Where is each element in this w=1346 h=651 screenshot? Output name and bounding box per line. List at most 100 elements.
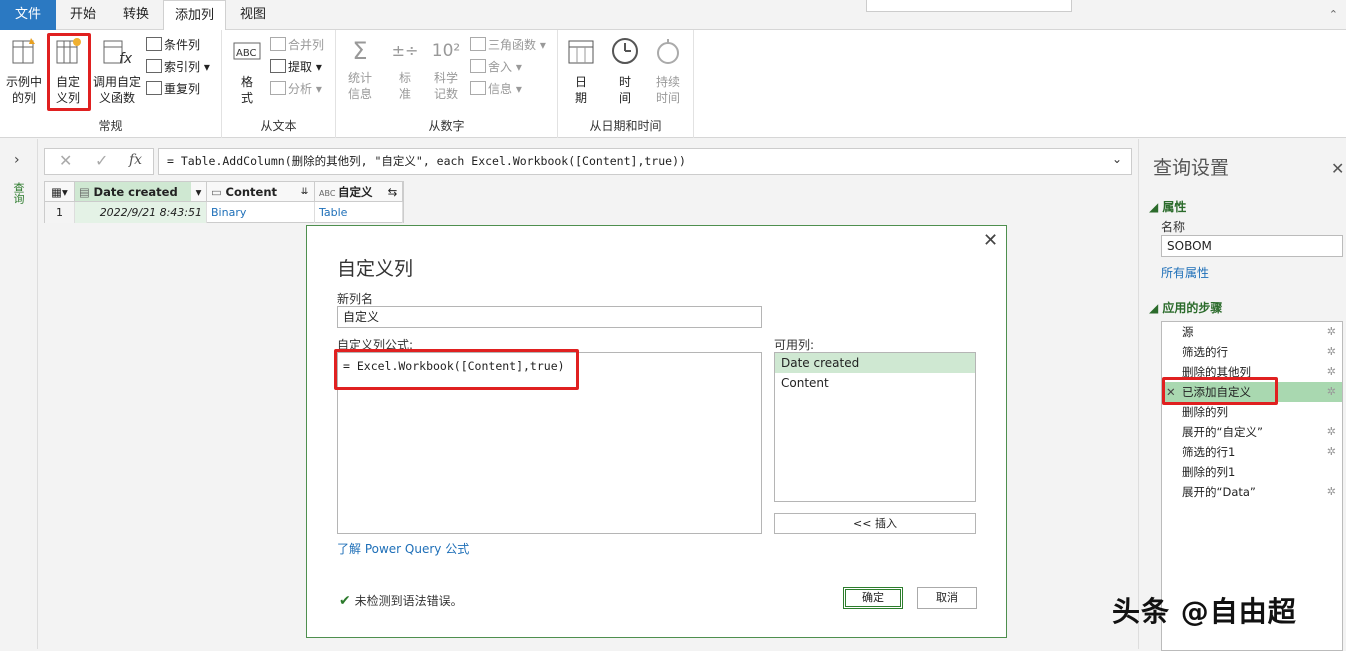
duration-button[interactable]: 持续 时间	[648, 36, 688, 106]
format-button[interactable]: ABC 格 式	[230, 36, 264, 106]
information-button[interactable]: 信息 ▾	[470, 79, 522, 99]
scientific-button[interactable]: 10² 科学 记数	[426, 36, 466, 102]
expand-binary-icon[interactable]: ⇊	[295, 182, 315, 202]
time-button[interactable]: 时 间	[608, 36, 642, 106]
list-item[interactable]: Date created	[775, 353, 975, 373]
standard-button[interactable]: ±÷ 标 准	[388, 36, 422, 102]
date-button[interactable]: 日 期	[564, 36, 598, 106]
cancel-formula-icon[interactable]: ✕	[59, 151, 72, 170]
list-item[interactable]: Content	[775, 373, 975, 393]
cancel-button[interactable]: 取消	[917, 587, 977, 609]
applied-step[interactable]: 展开的“Data” ✲	[1162, 482, 1342, 502]
query-settings-title: 查询设置	[1153, 157, 1230, 179]
extract-button[interactable]: 提取 ▾	[270, 57, 322, 77]
ok-button[interactable]: 确定	[843, 587, 903, 609]
formula-bar-input[interactable]: = Table.AddColumn(删除的其他列, "自定义", each Ex…	[158, 148, 1132, 175]
watermark: 头条 @自由超	[1112, 595, 1297, 628]
tab-file[interactable]: 文件	[0, 0, 56, 30]
properties-header[interactable]: ◢ 属性	[1149, 198, 1186, 215]
column-from-examples-button[interactable]: 示例中 的列	[4, 36, 44, 106]
duplicate-column-button[interactable]: 重复列	[146, 79, 200, 99]
available-columns-list[interactable]: Date created Content	[774, 352, 976, 502]
table-menu-icon[interactable]: ▦▾	[45, 182, 75, 202]
custom-column-dialog: ✕ 自定义列 新列名 自定义 自定义列公式: = Excel.Workbook(…	[306, 225, 1007, 638]
date-label: 日 期	[574, 75, 587, 105]
parse-button[interactable]: 分析 ▾	[270, 79, 322, 99]
gear-icon[interactable]: ✲	[1327, 442, 1336, 462]
ime-toolbar	[866, 0, 1072, 12]
highlight-added-custom-step	[1162, 377, 1278, 405]
applied-steps-header[interactable]: ◢ 应用的步骤	[1149, 299, 1222, 316]
checkmark-icon: ✔	[339, 593, 351, 609]
applied-step[interactable]: 源 ✲	[1162, 322, 1342, 342]
tab-add-column[interactable]: 添加列	[163, 0, 226, 31]
insert-button[interactable]: << 插入	[774, 513, 976, 534]
trigonometry-button[interactable]: 三角函数 ▾	[470, 35, 546, 55]
rounding-button[interactable]: 舍入 ▾	[470, 57, 522, 77]
function-icon: fx	[103, 40, 133, 67]
invoke-custom-function-button[interactable]: fx 调用自定 义函数	[92, 36, 142, 106]
gear-icon[interactable]: ✲	[1327, 362, 1336, 382]
gear-icon[interactable]: ✲	[1327, 482, 1336, 502]
group-label-from-text: 从文本	[260, 119, 297, 133]
data-grid: ▦▾ ▤ Date created ▾ ▭ Content ⇊ ABC 自定义 …	[44, 181, 404, 223]
invoke-custom-function-label: 调用自定 义函数	[92, 75, 141, 105]
index-column-button[interactable]: 索引列 ▾	[146, 57, 210, 77]
gear-icon[interactable]: ✲	[1327, 382, 1336, 402]
expand-queries-chevron-icon[interactable]: ›	[14, 152, 20, 168]
clock-icon	[612, 38, 638, 64]
ribbon-tab-bar: 文件 开始 转换 添加列 视图 ⌃	[0, 0, 1346, 31]
queries-pane-collapsed	[0, 139, 38, 649]
queries-pane-label[interactable]: 查询	[12, 182, 26, 204]
binary-type-icon: ▭	[211, 185, 226, 199]
table-cell[interactable]: Table	[315, 202, 403, 223]
commit-formula-icon[interactable]: ✓	[95, 151, 108, 170]
duplicate-column-icon	[146, 81, 162, 95]
applied-step[interactable]: 展开的“自定义” ✲	[1162, 422, 1342, 442]
gear-icon[interactable]: ✲	[1327, 342, 1336, 362]
calendar-icon	[568, 40, 594, 64]
applied-step[interactable]: 删除的列1	[1162, 462, 1342, 482]
column-from-examples-icon	[12, 38, 35, 64]
conditional-column-button[interactable]: 条件列	[146, 35, 200, 55]
new-column-name-input[interactable]: 自定义	[337, 306, 762, 328]
learn-power-query-link[interactable]: 了解 Power Query 公式	[337, 540, 469, 557]
ribbon: 示例中 的列 自定 义列 fx 调用自定 义函数 条件列 索引列 ▾ 重复列 常…	[0, 30, 1346, 138]
operators-icon: ±÷	[391, 41, 419, 60]
column-header-date-created[interactable]: ▤ Date created	[75, 182, 207, 202]
tab-transform[interactable]: 转换	[112, 0, 160, 30]
scientific-label: 科学 记数	[433, 71, 458, 101]
available-columns-label: 可用列:	[774, 338, 815, 352]
formula-expand-chevron-icon[interactable]: ⌄	[1112, 152, 1122, 166]
extract-icon	[270, 59, 286, 73]
table-cell[interactable]: Binary	[207, 202, 315, 223]
applied-step[interactable]: 筛选的行1 ✲	[1162, 442, 1342, 462]
any-type-icon: ABC	[319, 189, 338, 198]
merge-columns-button[interactable]: 合并列	[270, 35, 324, 55]
collapse-ribbon-icon[interactable]: ⌃	[1329, 8, 1338, 21]
gear-icon[interactable]: ✲	[1327, 422, 1336, 442]
tab-view[interactable]: 视图	[230, 0, 276, 30]
sigma-icon: Σ	[352, 37, 368, 65]
group-label-from-datetime: 从日期和时间	[589, 119, 662, 133]
parse-icon	[270, 81, 286, 95]
applied-step[interactable]: 删除的列	[1162, 402, 1342, 422]
expand-table-icon[interactable]: ⇆	[383, 182, 403, 202]
table-cell[interactable]: 2022/9/21 8:43:51	[75, 202, 207, 223]
statistics-button[interactable]: Σ 统计 信息	[340, 36, 380, 102]
fx-icon[interactable]: fx	[129, 152, 142, 168]
tab-home[interactable]: 开始	[58, 0, 108, 30]
close-icon[interactable]: ✕	[1331, 159, 1344, 178]
statistics-label: 统计 信息	[347, 71, 372, 101]
filter-dropdown-icon[interactable]: ▾	[191, 182, 207, 202]
highlight-custom-column	[47, 33, 91, 111]
conditional-column-icon	[146, 37, 162, 51]
applied-step[interactable]: 筛选的行 ✲	[1162, 342, 1342, 362]
index-column-icon	[146, 59, 162, 73]
syntax-status-text: 未检测到语法错误。	[354, 594, 463, 608]
close-icon[interactable]: ✕	[983, 230, 998, 251]
new-column-name-label: 新列名	[337, 292, 374, 306]
query-name-input[interactable]: SOBOM	[1161, 235, 1343, 257]
all-properties-link[interactable]: 所有属性	[1161, 264, 1209, 281]
gear-icon[interactable]: ✲	[1327, 322, 1336, 342]
